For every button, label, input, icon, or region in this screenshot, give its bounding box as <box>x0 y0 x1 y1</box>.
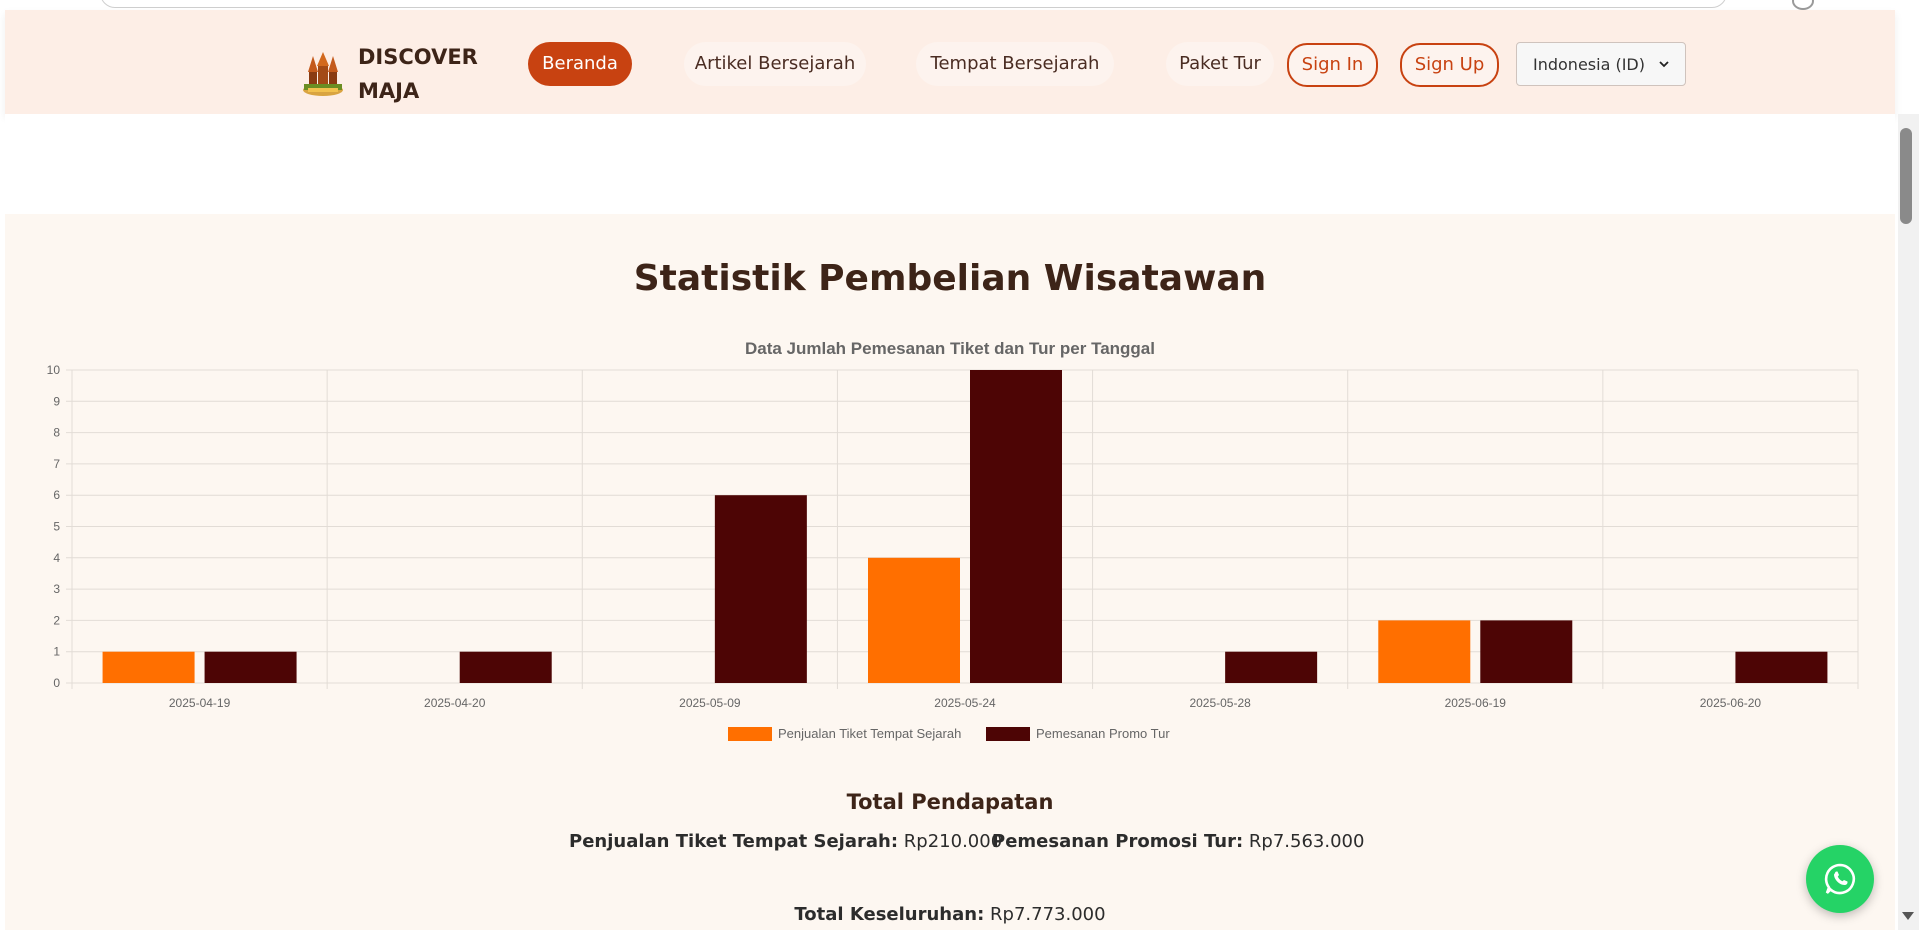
y-tick-label: 3 <box>53 582 60 596</box>
address-bar[interactable] <box>100 0 1727 8</box>
x-tick-label: 2025-06-20 <box>1700 696 1762 710</box>
legend-label[interactable]: Penjualan Tiket Tempat Sejarah <box>778 726 961 741</box>
y-tick-label: 0 <box>53 676 60 690</box>
nav-beranda[interactable]: Beranda <box>528 42 632 86</box>
nav-artikel-bersejarah[interactable]: Artikel Bersejarah <box>684 42 866 86</box>
bar-promo[interactable] <box>970 370 1062 683</box>
sign-in-button[interactable]: Sign In <box>1287 43 1378 87</box>
chart-title: Data Jumlah Pemesanan Tiket dan Tur per … <box>745 339 1155 358</box>
x-tick-label: 2025-04-19 <box>169 696 231 710</box>
x-tick-label: 2025-04-20 <box>424 696 486 710</box>
promo-revenue: Pemesanan Promosi Tur: Rp7.563.000 <box>992 831 1364 852</box>
y-tick-label: 9 <box>53 394 60 408</box>
bar-ticket[interactable] <box>1378 620 1471 683</box>
nav-tempat-bersejarah[interactable]: Tempat Bersejarah <box>916 42 1114 86</box>
chart-grid <box>66 369 1859 689</box>
browser-top-strip <box>0 0 1919 10</box>
bar-promo[interactable] <box>714 495 807 683</box>
language-value: Indonesia (ID) <box>1533 54 1645 74</box>
ticket-revenue: Penjualan Tiket Tempat Sejarah: Rp210.00… <box>569 831 1002 852</box>
ticket-revenue-label: Penjualan Tiket Tempat Sejarah: <box>569 831 899 852</box>
whatsapp-button[interactable] <box>1806 845 1874 913</box>
whatsapp-icon <box>1824 863 1856 895</box>
y-tick-label: 2 <box>53 613 60 627</box>
y-tick-label: 5 <box>53 520 60 534</box>
bar-promo[interactable] <box>1225 651 1318 683</box>
nav-paket-tur[interactable]: Paket Tur <box>1166 42 1274 86</box>
bar-promo[interactable] <box>1735 651 1828 683</box>
chevron-down-icon <box>1659 61 1669 68</box>
brand[interactable]: DISCOVER MAJA <box>300 40 488 108</box>
y-tick-label: 7 <box>53 457 60 471</box>
spacer <box>5 114 1895 214</box>
y-tick-label: 10 <box>47 363 61 377</box>
language-select[interactable]: Indonesia (ID) <box>1516 42 1686 86</box>
brand-line-2: MAJA <box>358 79 420 103</box>
y-tick-label: 8 <box>53 426 60 440</box>
bar-chart: Data Jumlah Pemesanan Tiket dan Tur per … <box>47 339 1859 741</box>
legend-swatch[interactable] <box>728 727 772 741</box>
bar-ticket[interactable] <box>868 557 960 683</box>
scrollbar-thumb[interactable] <box>1900 128 1912 224</box>
promo-revenue-label: Pemesanan Promosi Tur: <box>992 831 1244 852</box>
legend-label[interactable]: Pemesanan Promo Tur <box>1036 726 1170 741</box>
ticket-revenue-value: Rp210.000 <box>903 831 1003 852</box>
bar-promo[interactable] <box>459 651 552 683</box>
scroll-down-arrow-icon[interactable] <box>1902 912 1914 920</box>
total-revenue: Total Keseluruhan: Rp7.773.000 <box>5 904 1895 925</box>
revenue-title: Total Pendapatan <box>846 790 1054 814</box>
statistics-section: Statistik Pembelian Wisatawan Data Jumla… <box>5 214 1895 930</box>
sign-up-button[interactable]: Sign Up <box>1400 43 1499 87</box>
x-tick-label: 2025-05-28 <box>1189 696 1251 710</box>
y-tick-label: 6 <box>53 488 60 502</box>
discover-maja-logo-icon <box>303 52 343 96</box>
y-tick-label: 1 <box>53 645 60 659</box>
navbar: DISCOVER MAJA Beranda Artikel Bersejarah… <box>5 10 1895 114</box>
x-tick-label: 2025-05-24 <box>934 696 996 710</box>
x-tick-label: 2025-06-19 <box>1445 696 1507 710</box>
page-scrollbar[interactable] <box>1898 114 1919 930</box>
bar-promo[interactable] <box>1480 620 1573 683</box>
y-tick-label: 4 <box>53 551 60 565</box>
total-revenue-label: Total Keseluruhan: <box>794 904 985 925</box>
brand-line-1: DISCOVER <box>358 45 478 69</box>
chart-legend: Penjualan Tiket Tempat Sejarah Pemesanan … <box>728 726 1170 741</box>
total-revenue-value: Rp7.773.000 <box>990 904 1106 925</box>
legend-swatch[interactable] <box>986 727 1030 741</box>
x-tick-label: 2025-05-09 <box>679 696 741 710</box>
profile-icon[interactable] <box>1792 0 1814 10</box>
bar-ticket[interactable] <box>102 651 195 683</box>
promo-revenue-value: Rp7.563.000 <box>1248 831 1365 852</box>
bar-promo[interactable] <box>204 651 297 683</box>
